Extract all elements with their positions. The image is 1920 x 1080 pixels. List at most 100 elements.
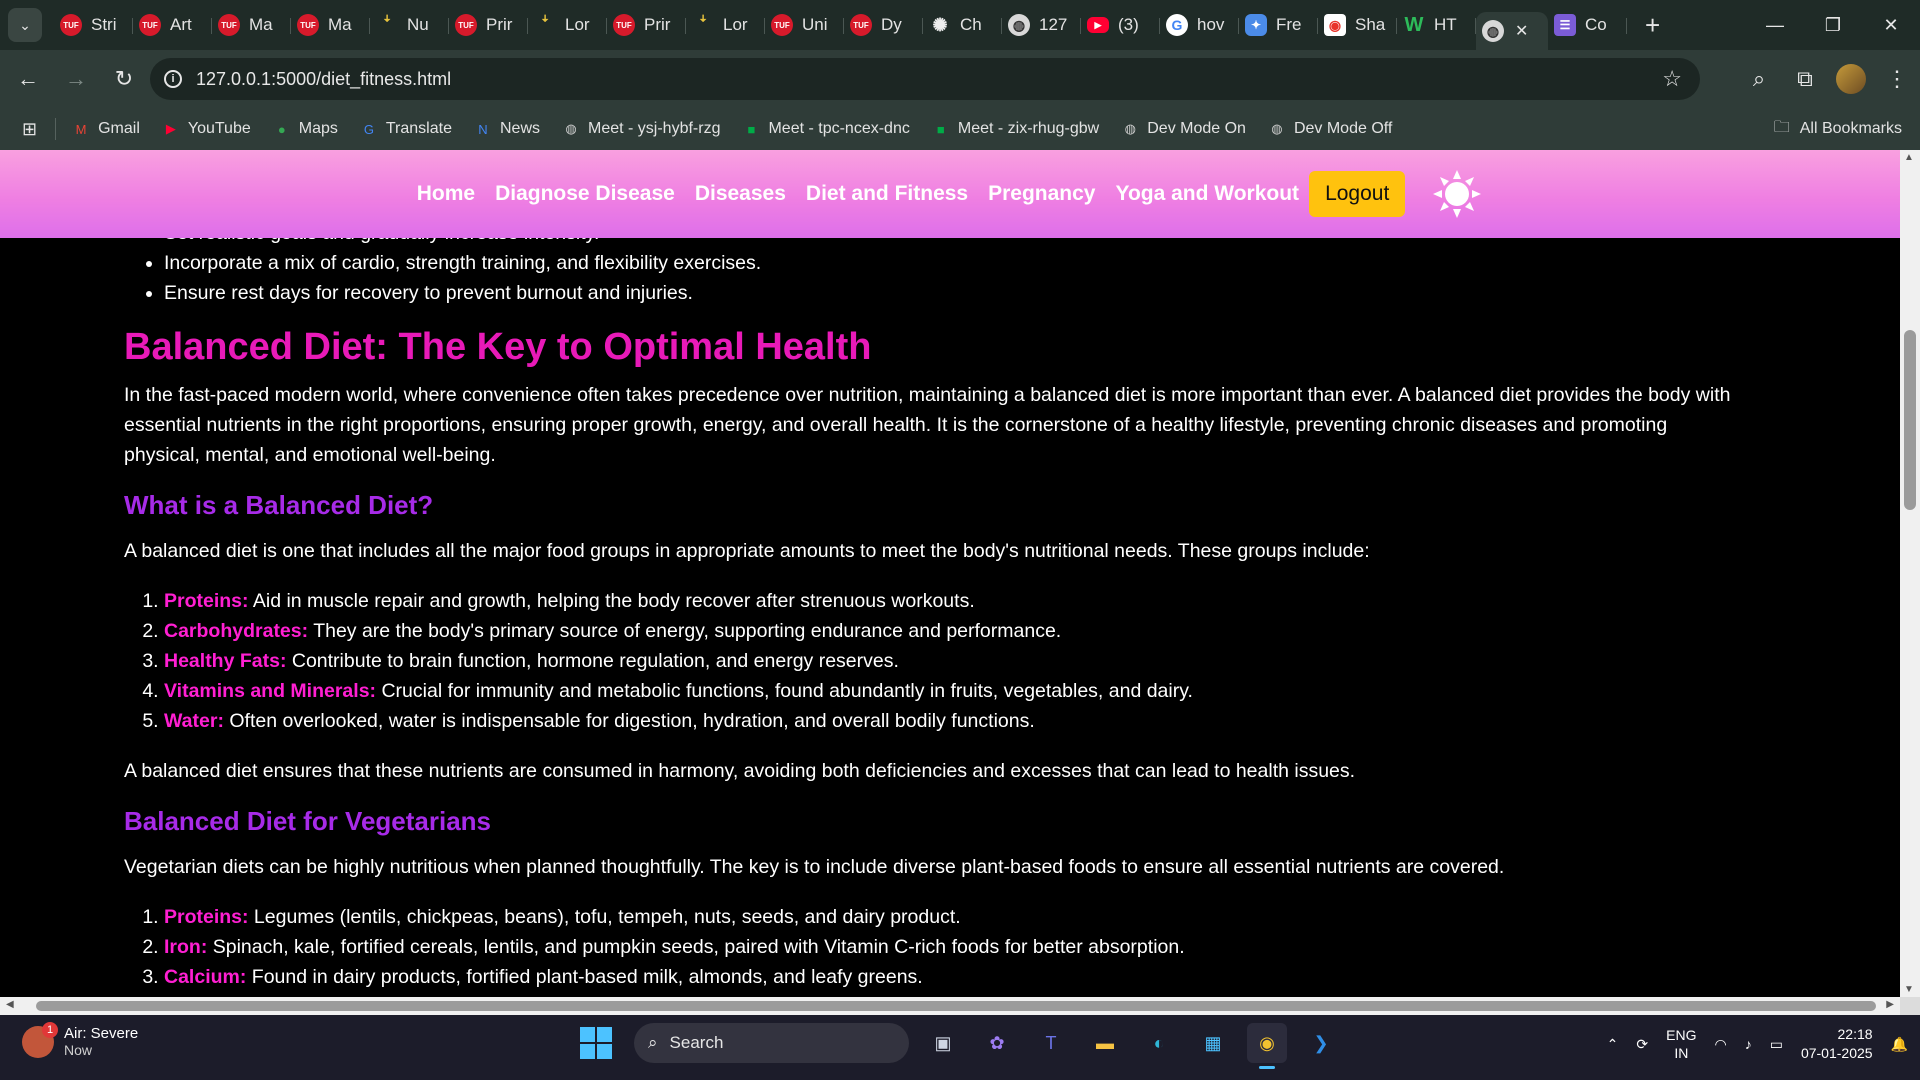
- nav-pregnancy[interactable]: Pregnancy: [988, 182, 1095, 206]
- forward-icon[interactable]: →: [56, 59, 96, 99]
- bookmark-label: Meet - zix-rhug-gbw: [957, 120, 1100, 137]
- window-controls: — ❐ ✕: [1746, 0, 1920, 50]
- bookmark-list: M Gmail ▶ YouTube ● Maps G Translate N News ◍ Meet …: [72, 120, 1414, 138]
- logout-button[interactable]: Logout: [1309, 171, 1406, 217]
- bookmark-item[interactable]: N News: [474, 120, 540, 138]
- nav-diseases[interactable]: Diseases: [695, 182, 786, 206]
- scroll-up-icon[interactable]: ▲: [1904, 152, 1914, 163]
- store-icon[interactable]: ▦: [1193, 1023, 1233, 1063]
- wifi-icon[interactable]: ◠: [1714, 1036, 1726, 1053]
- bookmark-item[interactable]: M Gmail: [72, 120, 140, 138]
- tab[interactable]: TUF Prir: [607, 6, 686, 44]
- bookmark-item[interactable]: ▶ YouTube: [162, 120, 251, 138]
- close-window-icon[interactable]: ✕: [1862, 0, 1920, 50]
- bookmark-label: YouTube: [187, 120, 251, 137]
- reload-icon[interactable]: ↻: [104, 59, 144, 99]
- globe-icon: ◍: [1271, 121, 1283, 136]
- list-item: Calcium: Found in dairy products, fortif…: [164, 962, 1744, 992]
- close-tab-icon[interactable]: ✕: [1515, 21, 1528, 41]
- list-item: Proteins: Legumes (lentils, chickpeas, b…: [164, 902, 1744, 932]
- tab[interactable]: TUF Prir: [449, 6, 528, 44]
- tab-active[interactable]: ◍ ✕: [1476, 12, 1548, 50]
- battery-icon[interactable]: ▭: [1770, 1036, 1783, 1053]
- tab[interactable]: TUF Dy: [844, 6, 923, 44]
- bookmark-item[interactable]: ■ Meet - zix-rhug-gbw: [932, 120, 1099, 138]
- tab[interactable]: ✦ Fre: [1239, 6, 1318, 44]
- lens-icon[interactable]: ⌕: [1736, 66, 1782, 92]
- tab[interactable]: TUF Ma: [291, 6, 370, 44]
- tab[interactable]: ꜜ Nu: [370, 6, 449, 44]
- volume-icon[interactable]: ♪: [1745, 1036, 1752, 1052]
- file-explorer-icon[interactable]: ▬: [1085, 1023, 1125, 1063]
- theme-toggle-sun-icon[interactable]: [1431, 168, 1483, 220]
- avatar[interactable]: [1836, 64, 1866, 94]
- tab[interactable]: ꜜ Lor: [528, 6, 607, 44]
- tab-label: Art: [170, 15, 192, 34]
- bookmark-item[interactable]: G Translate: [360, 120, 452, 138]
- tab[interactable]: ꜜ Lor: [686, 6, 765, 44]
- horizontal-scrollbar[interactable]: ◀ ▶: [0, 997, 1900, 1015]
- tab[interactable]: TUF Uni: [765, 6, 844, 44]
- edge-icon[interactable]: ◐: [1139, 1023, 1179, 1063]
- bookmark-label: Translate: [385, 120, 452, 137]
- site-info-icon[interactable]: i: [164, 70, 182, 88]
- scroll-down-icon[interactable]: ▼: [1904, 984, 1914, 995]
- clock[interactable]: 22:18 07-01-2025: [1801, 1025, 1873, 1063]
- address-bar[interactable]: i 127.0.0.1:5000/diet_fitness.html ☆: [150, 58, 1700, 100]
- nav-diagnose-disease[interactable]: Diagnose Disease: [495, 182, 675, 206]
- chrome-icon[interactable]: ◉: [1247, 1023, 1287, 1069]
- tab[interactable]: TUF Ma: [212, 6, 291, 44]
- restore-icon[interactable]: ❐: [1804, 0, 1862, 50]
- nav-diet-and-fitness[interactable]: Diet and Fitness: [806, 182, 968, 206]
- notifications-icon[interactable]: 🔔: [1891, 1036, 1908, 1053]
- article-content: Set realistic goals and gradually increa…: [0, 238, 1900, 997]
- scroll-thumb[interactable]: [1904, 330, 1916, 510]
- tab[interactable]: TUF Art: [133, 6, 212, 44]
- language-indicator[interactable]: ENG IN: [1666, 1026, 1696, 1062]
- weather-widget[interactable]: 1 Air: Severe Now: [22, 1021, 138, 1058]
- scroll-right-icon[interactable]: ▶: [1886, 999, 1894, 1010]
- copilot-icon[interactable]: ✿: [977, 1023, 1017, 1063]
- task-view-icon[interactable]: ▣: [923, 1023, 963, 1063]
- term: Calcium:: [164, 966, 247, 988]
- tab[interactable]: ◉ Sha: [1318, 6, 1397, 44]
- apps-grid-icon[interactable]: ⊞: [22, 119, 37, 140]
- bookmark-item[interactable]: ■ Meet - tpc-ncex-dnc: [742, 120, 910, 138]
- tab[interactable]: ◍ 127: [1002, 6, 1081, 44]
- chevron-up-icon[interactable]: ⌃: [1607, 1036, 1619, 1053]
- bookmark-star-icon[interactable]: ☆: [1662, 66, 1682, 92]
- extensions-icon[interactable]: ⧉: [1782, 66, 1828, 92]
- tab[interactable]: TUF Stri: [54, 6, 133, 44]
- all-bookmarks-button[interactable]: 🗀 All Bookmarks: [1774, 116, 1902, 143]
- time: 22:18: [1837, 1026, 1873, 1042]
- tab[interactable]: ☰ Co: [1548, 6, 1627, 44]
- tab[interactable]: W HT: [1397, 6, 1476, 44]
- bookmark-item[interactable]: ◍ Meet - ysj-hybf-rzg: [562, 120, 720, 138]
- tab[interactable]: ▶ (3): [1081, 6, 1160, 44]
- profile-avatar[interactable]: [1828, 64, 1874, 94]
- menu-icon[interactable]: ⋮: [1874, 66, 1920, 92]
- address-url[interactable]: 127.0.0.1:5000/diet_fitness.html: [196, 69, 451, 90]
- teams-icon[interactable]: T: [1031, 1023, 1071, 1063]
- search-label: Search: [669, 1033, 724, 1052]
- nav-home[interactable]: Home: [417, 182, 475, 206]
- taskbar-search[interactable]: ⌕ Search: [634, 1023, 909, 1063]
- tab-search-button[interactable]: ⌄: [8, 8, 42, 42]
- nav-yoga-and-workout[interactable]: Yoga and Workout: [1116, 182, 1300, 206]
- tab[interactable]: ✺ Ch: [923, 6, 1002, 44]
- scroll-left-icon[interactable]: ◀: [6, 999, 14, 1010]
- vscode-icon[interactable]: ❯: [1301, 1023, 1341, 1063]
- bookmark-item[interactable]: ● Maps: [273, 120, 338, 138]
- term: Proteins:: [164, 590, 249, 612]
- tab-label: HT: [1434, 15, 1457, 34]
- tab[interactable]: Ghov: [1160, 6, 1239, 44]
- bookmark-item[interactable]: ◍ Dev Mode On: [1121, 120, 1246, 138]
- minimize-icon[interactable]: —: [1746, 0, 1804, 50]
- start-icon[interactable]: [580, 1027, 612, 1059]
- sync-icon[interactable]: ⟳: [1636, 1036, 1648, 1053]
- vertical-scrollbar[interactable]: ▲ ▼: [1900, 150, 1920, 997]
- new-tab-icon[interactable]: +: [1645, 10, 1660, 41]
- scroll-thumb[interactable]: [36, 1001, 1876, 1011]
- back-icon[interactable]: ←: [8, 59, 48, 99]
- bookmark-item[interactable]: ◍ Dev Mode Off: [1268, 120, 1392, 138]
